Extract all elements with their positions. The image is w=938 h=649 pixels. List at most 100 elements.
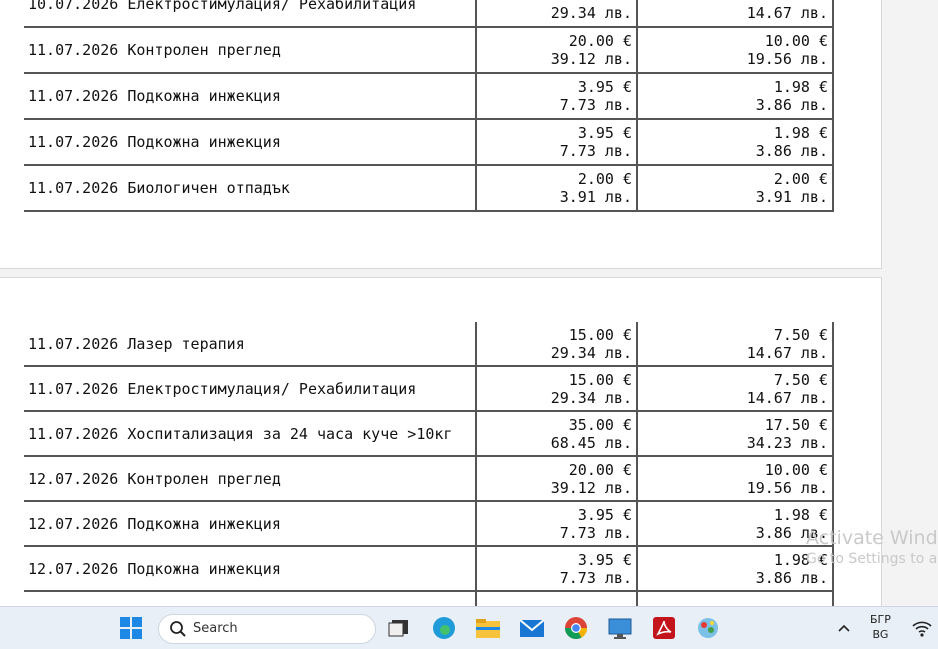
price-bgn: 7.73 лв.: [559, 523, 632, 542]
price-bgn: 39.12 лв.: [550, 478, 632, 497]
discounted-price-bgn: 3.86 лв.: [755, 568, 828, 587]
service-description: 11.07.2026 Подкожна инжекция: [24, 73, 476, 120]
price-eur: 20.00 €: [568, 32, 632, 50]
table-row: 11.07.2026 Биологичен отпадък 2.00 €3.91 …: [24, 165, 834, 212]
watermark-line-2: Go to Settings to ac: [806, 551, 938, 567]
discounted-price-bgn: 3.86 лв.: [755, 523, 828, 542]
discounted-price-cell: 1.98 €3.86 лв.: [636, 119, 834, 166]
discounted-price-eur: 17.50 €: [764, 415, 828, 434]
search-icon: [169, 620, 187, 642]
discounted-price-bgn: 14.67 лв.: [746, 4, 828, 22]
service-description: 11.07.2026 Електростимулация/ Рехабилита…: [24, 366, 476, 412]
services-table-page-2: 11.07.2026 Лазер терапия 15.00 €29.34 лв.…: [24, 322, 834, 637]
price-eur: 3.95 €: [577, 550, 632, 569]
activate-windows-watermark: Activate Windo Go to Settings to ac: [806, 527, 938, 567]
table-row: 10.07.2026 Електростимулация/ Рехабилита…: [24, 0, 834, 28]
price-cell: 3.95 €7.73 лв.: [475, 546, 637, 592]
language-indicator[interactable]: БГР BG: [870, 612, 891, 642]
price-bgn: 7.73 лв.: [559, 142, 632, 160]
table-row: 12.07.2026 Подкожна инжекция 3.95 €7.73 л…: [24, 501, 834, 547]
discounted-price-bgn: 14.67 лв.: [746, 388, 828, 407]
price-cell: 15.00 €29.34 лв.: [475, 0, 637, 28]
service-description: 12.07.2026 Подкожна инжекция: [24, 501, 476, 547]
price-cell: 35.00 €68.45 лв.: [475, 411, 637, 457]
price-bgn: 7.73 лв.: [559, 96, 632, 114]
table-row: 12.07.2026 Контролен преглед 20.00 €39.12…: [24, 456, 834, 502]
price-bgn: 29.34 лв.: [550, 4, 632, 22]
price-eur: 15.00 €: [568, 325, 632, 344]
windows-start-icon[interactable]: [118, 615, 146, 641]
chrome-icon[interactable]: [562, 615, 590, 641]
discounted-price-bgn: 34.23 лв.: [746, 433, 828, 452]
taskbar: Search БГР BG: [0, 606, 938, 649]
document-page-2: 11.07.2026 Лазер терапия 15.00 €29.34 лв.…: [0, 277, 882, 637]
discounted-price-cell: 1.98 €3.86 лв.: [636, 501, 834, 547]
price-cell: 3.95 €7.73 лв.: [475, 73, 637, 120]
task-view-icon[interactable]: [386, 615, 414, 641]
price-cell: 15.00 €29.34 лв.: [475, 366, 637, 412]
keyboard-layout: BG: [872, 628, 889, 641]
service-description: 11.07.2026 Подкожна инжекция: [24, 119, 476, 166]
price-eur: 3.95 €: [577, 124, 632, 142]
discounted-price-eur: 1.98 €: [773, 550, 828, 569]
discounted-price-cell: 10.00 €19.56 лв.: [636, 27, 834, 74]
discounted-price-eur: 10.00 €: [764, 32, 828, 50]
discounted-price-cell: 7.50 €14.67 лв.: [636, 366, 834, 412]
chevron-up-icon[interactable]: [834, 615, 854, 641]
price-cell: 20.00 €39.12 лв.: [475, 456, 637, 502]
discounted-price-eur: 2.00 €: [773, 170, 828, 188]
table-row: 11.07.2026 Подкожна инжекция 3.95 €7.73 л…: [24, 73, 834, 120]
mail-icon[interactable]: [518, 615, 546, 641]
discounted-price-bgn: 14.67 лв.: [746, 343, 828, 362]
price-eur: 15.00 €: [568, 370, 632, 389]
table-row: 11.07.2026 Хоспитализация за 24 часа куч…: [24, 411, 834, 457]
discounted-price-eur: 1.98 €: [773, 78, 828, 96]
price-eur: 3.95 €: [577, 505, 632, 524]
document-page-1: 10.07.2026 Електростимулация/ Рехабилита…: [0, 0, 882, 269]
discounted-price-cell: 7.50 €14.67 лв.: [636, 0, 834, 28]
price-cell: 3.95 €7.73 лв.: [475, 501, 637, 547]
discounted-price-cell: 7.50 €14.67 лв.: [636, 322, 834, 367]
discounted-price-cell: 1.98 €3.86 лв.: [636, 546, 834, 592]
discounted-price-cell: 10.00 €19.56 лв.: [636, 456, 834, 502]
discounted-price-eur: 1.98 €: [773, 124, 828, 142]
discounted-price-eur: 7.50 €: [773, 370, 828, 389]
search-box[interactable]: Search: [158, 614, 376, 644]
discounted-price-bgn: 19.56 лв.: [746, 50, 828, 68]
price-eur: 2.00 €: [577, 170, 632, 188]
price-bgn: 3.91 лв.: [559, 188, 632, 206]
service-description: 12.07.2026 Подкожна инжекция: [24, 546, 476, 592]
discounted-price-cell: 17.50 €34.23 лв.: [636, 411, 834, 457]
discounted-price-eur: 7.50 €: [773, 325, 828, 344]
wifi-icon[interactable]: [910, 615, 934, 641]
discounted-price-bgn: 3.86 лв.: [755, 96, 828, 114]
discounted-price-bgn: 3.91 лв.: [755, 188, 828, 206]
table-row: 11.07.2026 Лазер терапия 15.00 €29.34 лв.…: [24, 322, 834, 367]
discounted-price-eur: 1.98 €: [773, 505, 828, 524]
price-eur: 20.00 €: [568, 460, 632, 479]
discounted-price-bgn: 3.86 лв.: [755, 142, 828, 160]
price-cell: 3.95 €7.73 лв.: [475, 119, 637, 166]
acrobat-icon[interactable]: [650, 615, 678, 641]
edge-icon[interactable]: [430, 615, 458, 641]
price-bgn: 7.73 лв.: [559, 568, 632, 587]
watermark-line-1: Activate Windo: [806, 527, 938, 549]
app-icon[interactable]: [694, 615, 722, 641]
monitor-app-icon[interactable]: [606, 615, 634, 641]
price-bgn: 68.45 лв.: [550, 433, 632, 452]
search-label: Search: [193, 621, 238, 636]
service-description: 11.07.2026 Лазер терапия: [24, 322, 476, 367]
price-bgn: 29.34 лв.: [550, 343, 632, 362]
service-description: 10.07.2026 Електростимулация/ Рехабилита…: [24, 0, 476, 28]
price-cell: 20.00 €39.12 лв.: [475, 27, 637, 74]
price-cell: 15.00 €29.34 лв.: [475, 322, 637, 367]
discounted-price-eur: 10.00 €: [764, 460, 828, 479]
language-code: БГР: [870, 613, 891, 626]
discounted-price-cell: 2.00 €3.91 лв.: [636, 165, 834, 212]
service-description: 11.07.2026 Хоспитализация за 24 часа куч…: [24, 411, 476, 457]
file-explorer-icon[interactable]: [474, 615, 502, 641]
service-description: 11.07.2026 Биологичен отпадък: [24, 165, 476, 212]
service-description: 11.07.2026 Контролен преглед: [24, 27, 476, 74]
price-cell: 2.00 €3.91 лв.: [475, 165, 637, 212]
service-description: 12.07.2026 Контролен преглед: [24, 456, 476, 502]
